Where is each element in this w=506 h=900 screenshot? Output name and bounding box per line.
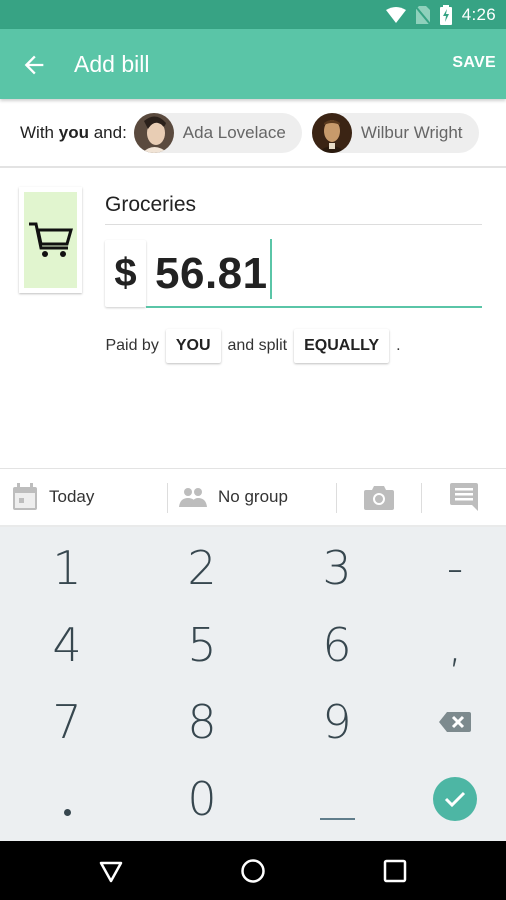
group-icon bbox=[179, 488, 207, 507]
split-summary: Paid by YOU and split EQUALLY . bbox=[0, 329, 506, 363]
key-0[interactable]: 0 bbox=[142, 760, 262, 837]
backspace-icon bbox=[439, 711, 471, 732]
done-button[interactable] bbox=[395, 760, 506, 837]
avatar bbox=[133, 112, 174, 153]
shopping-cart-icon bbox=[28, 222, 73, 257]
paid-by-label: Paid by bbox=[105, 337, 159, 354]
and-split-label: and split bbox=[227, 337, 288, 354]
divider bbox=[421, 483, 422, 513]
nav-back-button[interactable] bbox=[95, 855, 127, 887]
participant-name: Wilbur Wright bbox=[360, 122, 463, 142]
split-method-button[interactable]: EQUALLY bbox=[294, 329, 390, 363]
save-button[interactable]: SAVE bbox=[452, 54, 496, 72]
status-bar: 4:26 bbox=[0, 0, 506, 29]
divider bbox=[336, 483, 337, 513]
currency-button[interactable]: $ bbox=[105, 240, 146, 307]
page-title: Add bill bbox=[74, 51, 150, 77]
nav-recents-button[interactable] bbox=[379, 855, 411, 887]
text-caret bbox=[269, 239, 272, 300]
avatar bbox=[311, 112, 352, 153]
circle-home-icon bbox=[241, 859, 265, 883]
key-9[interactable]: 9 bbox=[277, 683, 397, 760]
battery-charging-icon bbox=[439, 5, 452, 25]
notes-button[interactable] bbox=[450, 469, 478, 525]
category-button[interactable] bbox=[19, 187, 82, 293]
key-5[interactable]: 5 bbox=[142, 606, 262, 683]
date-button[interactable]: Today bbox=[12, 469, 94, 525]
key-4[interactable]: 4 bbox=[7, 606, 127, 683]
amount-value: 56.81 bbox=[155, 249, 268, 298]
decimal-glyph bbox=[63, 809, 71, 816]
back-button[interactable] bbox=[20, 51, 48, 79]
system-nav-bar bbox=[0, 841, 506, 900]
no-sim-icon bbox=[415, 6, 430, 24]
date-label: Today bbox=[49, 487, 95, 506]
key-1[interactable]: 1 bbox=[7, 529, 127, 606]
participants-row: With you and: Ada Lovelace Wilbur Wright bbox=[0, 99, 506, 168]
app-bar: Add bill SAVE bbox=[0, 29, 506, 99]
numeric-keypad: 1 2 3 - 4 5 6 , 7 8 9 0 bbox=[0, 525, 506, 841]
key-decimal[interactable] bbox=[7, 760, 127, 837]
check-icon bbox=[433, 776, 477, 821]
space-glyph bbox=[319, 817, 355, 820]
participants-label: With you and: bbox=[20, 122, 127, 142]
square-recents-icon bbox=[383, 859, 407, 883]
key-8[interactable]: 8 bbox=[142, 683, 262, 760]
key-comma[interactable]: , bbox=[395, 606, 506, 683]
key-3[interactable]: 3 bbox=[277, 529, 397, 606]
key-6[interactable]: 6 bbox=[277, 606, 397, 683]
key-minus[interactable]: - bbox=[395, 529, 506, 606]
calendar-icon bbox=[13, 483, 37, 510]
triangle-back-icon bbox=[99, 861, 123, 883]
group-button[interactable]: No group bbox=[179, 469, 288, 525]
expense-toolbar: Today No group bbox=[0, 468, 506, 525]
group-label: No group bbox=[218, 487, 288, 506]
participant-chip-ada-lovelace[interactable]: Ada Lovelace bbox=[133, 112, 302, 153]
description-input[interactable]: Groceries bbox=[105, 193, 482, 225]
wifi-icon bbox=[385, 7, 406, 23]
payer-button[interactable]: YOU bbox=[165, 329, 221, 363]
split-end: . bbox=[396, 337, 401, 354]
camera-button[interactable] bbox=[364, 469, 394, 525]
key-7[interactable]: 7 bbox=[7, 683, 127, 760]
amount-input[interactable]: 56.81 bbox=[146, 239, 482, 308]
divider bbox=[167, 483, 168, 513]
comment-icon bbox=[450, 483, 478, 511]
participant-name: Ada Lovelace bbox=[182, 122, 286, 142]
key-2[interactable]: 2 bbox=[142, 529, 262, 606]
camera-icon bbox=[364, 486, 394, 510]
participant-chip-wilbur-wright[interactable]: Wilbur Wright bbox=[311, 112, 479, 153]
key-space[interactable] bbox=[277, 760, 397, 837]
status-time: 4:26 bbox=[461, 5, 496, 24]
key-backspace[interactable] bbox=[395, 683, 506, 760]
nav-home-button[interactable] bbox=[237, 855, 269, 887]
arrow-back-icon bbox=[24, 55, 44, 75]
